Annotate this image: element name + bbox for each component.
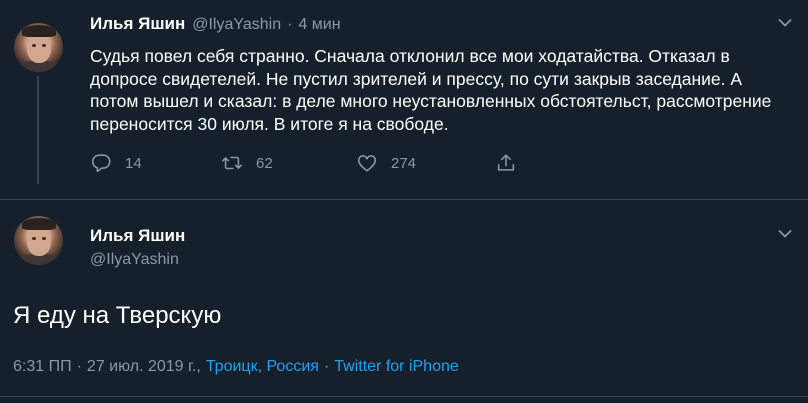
share-button[interactable] (495, 150, 530, 176)
author-handle[interactable]: @IlyaYashin (90, 251, 179, 269)
like-button[interactable]: 274 (356, 150, 416, 176)
chevron-down-icon[interactable] (778, 229, 792, 239)
tweet-thread: Илья Яшин @IlyaYashin · 4 мин Судья пове… (0, 0, 808, 403)
retweet-icon (222, 156, 242, 170)
tweet-text: Я еду на Тверскую (13, 302, 222, 329)
tweet-text: Судья повел себя странно. Сначала отклон… (90, 46, 772, 134)
location-link[interactable]: Троицк, Россия (206, 358, 319, 376)
avatar[interactable] (14, 216, 63, 265)
share-icon (497, 154, 515, 171)
bottom-divider (0, 396, 808, 397)
heart-icon (357, 155, 377, 172)
parent-tweet[interactable]: Илья Яшин @IlyaYashin · 4 мин Судья пове… (0, 0, 808, 200)
tweet-time[interactable]: 6:31 ПП (13, 358, 72, 376)
author-name[interactable]: Илья Яшин (90, 226, 185, 246)
retweet-button[interactable]: 62 (221, 150, 273, 176)
tweet-timestamp[interactable]: 4 мин (298, 16, 340, 34)
chevron-down-icon[interactable] (778, 18, 792, 28)
tweet-header: Илья Яшин @IlyaYashin · 4 мин (90, 14, 341, 36)
tweet-divider (0, 199, 808, 200)
like-count: 274 (391, 154, 417, 172)
avatar[interactable] (14, 23, 63, 72)
separator-dot: · (323, 358, 330, 375)
tweet-date[interactable]: 27 июл. 2019 г., (87, 358, 201, 376)
reply-count: 14 (125, 154, 142, 172)
tweet-actions: 14 62 274 (90, 150, 520, 176)
separator-dot: · (76, 358, 82, 375)
thread-connector-line (37, 76, 39, 184)
reply-icon (91, 154, 111, 173)
source-link[interactable]: Twitter for iPhone (334, 358, 459, 376)
author-handle[interactable]: @IlyaYashin (192, 16, 281, 34)
retweet-count: 62 (256, 154, 273, 172)
separator-dot: · (287, 16, 293, 33)
author-name[interactable]: Илья Яшин (90, 14, 185, 34)
reply-button[interactable]: 14 (90, 150, 142, 176)
tweet-meta: 6:31 ПП · 27 июл. 2019 г., Троицк, Росси… (13, 356, 459, 378)
